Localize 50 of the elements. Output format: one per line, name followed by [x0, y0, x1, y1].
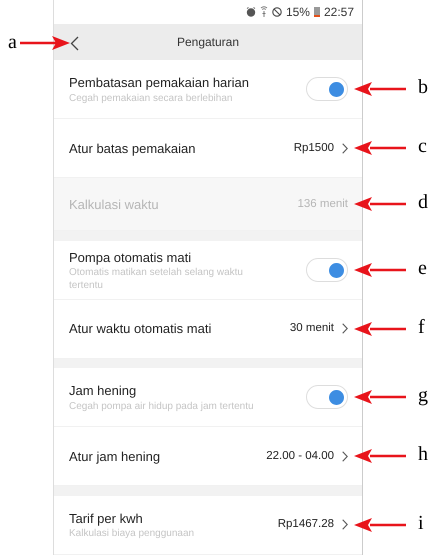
setting-description: Cegah pompa air hidup pada jam tertentu [69, 400, 255, 414]
alarm-icon [246, 6, 256, 17]
setting-value: Rp1467.28 [278, 517, 334, 532]
setting-title: Atur waktu otomatis mati [69, 320, 212, 338]
setting-title: Atur batas pemakaian [69, 140, 196, 158]
annotation-arrow [354, 197, 406, 212]
setting-description: Cegah pemakaian secara berlebihan [69, 92, 234, 106]
chevron-right-icon[interactable] [342, 519, 348, 530]
annotation-arrow [354, 390, 406, 404]
toggle-switch[interactable] [306, 77, 348, 102]
annotation-letter: i [418, 512, 424, 533]
setting-title: Atur jam hening [69, 448, 162, 466]
back-icon[interactable] [70, 36, 79, 51]
annotation-arrow [354, 322, 406, 336]
setting-title: Tarif per kwh [69, 510, 144, 528]
annotation-letter: f [418, 316, 425, 337]
setting-value: Rp1500 [294, 140, 334, 156]
toggle-switch[interactable] [306, 385, 348, 410]
annotation-letter: g [418, 385, 428, 406]
annotation-letter: d [418, 192, 428, 212]
annotation-arrow [354, 449, 406, 464]
signal-icon [260, 6, 268, 18]
setting-title: Pembatasan pemakaian harian [69, 74, 250, 92]
screen-title: Pengaturan [176, 34, 240, 52]
setting-title: Pompa otomatis mati [69, 248, 192, 267]
annotation-arrow [354, 141, 406, 156]
chevron-right-icon[interactable] [342, 323, 348, 334]
clock: 22:57 [324, 4, 354, 21]
setting-description: Otomatis matikan setelah selang waktu tertentu [69, 267, 244, 292]
setting-title: Jam hening [69, 382, 138, 400]
setting-value: 22.00 - 04.00 [266, 448, 334, 464]
annotation-arrow [354, 262, 406, 277]
annotation-letter: a [8, 32, 17, 52]
annotation-letter: b [418, 77, 428, 98]
setting-value: 136 menit [297, 196, 348, 212]
setting-value: 30 menit [290, 321, 334, 336]
setting-description: Kalkulasi biaya penggunaan [69, 528, 196, 541]
toggle-switch[interactable] [306, 258, 348, 282]
annotation-letter: h [418, 444, 428, 464]
annotation-arrow [20, 36, 70, 50]
battery-icon [314, 6, 320, 18]
annotation-letter: e [418, 258, 427, 278]
annotation-arrow [354, 82, 406, 96]
do-not-disturb-icon [272, 6, 282, 17]
setting-title: Kalkulasi waktu [69, 196, 160, 214]
chevron-right-icon[interactable] [342, 142, 348, 154]
battery-percent: 15% [286, 4, 310, 21]
chevron-right-icon[interactable] [342, 450, 348, 462]
annotation-arrow [354, 518, 406, 532]
annotation-letter: c [418, 136, 427, 156]
